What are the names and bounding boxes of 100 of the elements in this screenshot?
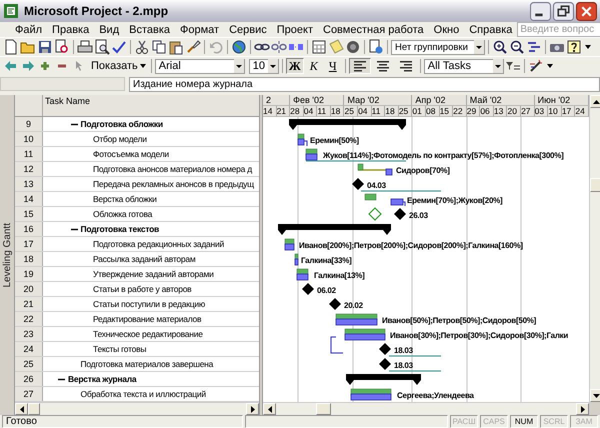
scroll-right-icon[interactable] xyxy=(250,406,254,412)
week-label: 28 xyxy=(290,106,304,117)
format-button[interactable]: Ж xyxy=(286,58,304,74)
task-name: Техническое редактирование xyxy=(93,329,203,339)
resource-label: Галкина[33%] xyxy=(301,256,352,265)
calendar-icon[interactable] xyxy=(311,39,327,55)
globe-icon[interactable] xyxy=(231,39,247,55)
menu-item[interactable]: Справка xyxy=(464,24,518,36)
paste-icon[interactable] xyxy=(168,39,184,55)
align-button[interactable] xyxy=(348,58,371,74)
help-icon[interactable] xyxy=(566,39,582,55)
entry-field[interactable]: Издание номера журнала xyxy=(129,76,600,92)
checkmark-icon[interactable] xyxy=(111,39,127,55)
caret-icon[interactable] xyxy=(585,45,591,49)
menu-item[interactable]: Файл xyxy=(10,24,48,36)
month-label: 2 xyxy=(263,95,290,106)
week-label: 29 xyxy=(466,106,480,117)
summary-bar[interactable] xyxy=(289,119,406,130)
week-label: 08 xyxy=(426,106,440,117)
scroll-thumb[interactable] xyxy=(316,403,331,415)
resource-label: Еремин[50%] xyxy=(310,136,359,145)
restore-button[interactable] xyxy=(553,2,574,20)
menu-item[interactable]: Проект xyxy=(272,24,318,36)
milestone-icon[interactable] xyxy=(302,283,314,295)
task-bar[interactable] xyxy=(350,388,392,400)
print-preview-icon[interactable] xyxy=(94,39,110,55)
row-number: 9 xyxy=(15,117,43,131)
task-bar[interactable] xyxy=(294,254,298,266)
resource-label: Иванов[200%];Петров[200%];Сидоров[200%];Галкина[160%] xyxy=(299,241,523,250)
grouping-dropdown[interactable]: Нет группировки xyxy=(391,40,485,54)
vertical-scrollbar[interactable] xyxy=(589,95,600,415)
week-label: 21 xyxy=(276,106,290,117)
wand-icon[interactable] xyxy=(528,58,544,74)
task-bar[interactable] xyxy=(358,164,392,176)
milestone-icon[interactable] xyxy=(379,358,391,370)
scroll-thumb[interactable] xyxy=(590,178,600,192)
task-bar[interactable] xyxy=(306,148,318,160)
font-dropdown[interactable]: Arial xyxy=(154,58,245,74)
menu-item[interactable]: Совместная работа xyxy=(318,24,429,36)
scroll-down-icon[interactable] xyxy=(592,394,600,398)
menu-item[interactable]: Вид xyxy=(94,24,124,36)
format-button[interactable]: Ч xyxy=(324,58,342,74)
slack-line xyxy=(358,169,386,171)
document-search-icon[interactable] xyxy=(54,39,70,55)
week-label: 11 xyxy=(372,106,386,117)
scroll-left-icon[interactable] xyxy=(20,406,24,412)
horizontal-scrollbar[interactable] xyxy=(263,402,589,415)
resource-label: Сергеева;Улендеева xyxy=(397,391,474,400)
caret-icon[interactable] xyxy=(140,64,146,68)
task-name: Подготовка текстов xyxy=(80,224,160,234)
save-icon[interactable] xyxy=(37,39,53,55)
scissors-icon[interactable] xyxy=(134,39,150,55)
font-size-dropdown[interactable]: 10 xyxy=(248,58,279,74)
milestone-icon[interactable] xyxy=(394,208,406,220)
new-document-icon[interactable] xyxy=(3,39,19,55)
milestone-icon[interactable] xyxy=(379,343,391,355)
format-button[interactable]: К xyxy=(304,58,323,74)
close-button[interactable] xyxy=(576,2,597,20)
task-bar[interactable] xyxy=(344,328,386,340)
filter-dropdown[interactable]: All Tasks xyxy=(424,58,504,74)
unlink-icon[interactable] xyxy=(271,39,287,55)
scroll-thumb[interactable] xyxy=(28,403,40,415)
paintbrush-icon[interactable] xyxy=(185,39,201,55)
milestone-icon[interactable] xyxy=(329,298,341,310)
minimize-button[interactable] xyxy=(530,2,551,20)
status-indicator: SCRL xyxy=(540,415,568,428)
menu-item[interactable]: Сервис xyxy=(224,24,272,36)
caret-icon[interactable] xyxy=(546,64,553,68)
task-name: Рассылка заданий авторам xyxy=(93,254,196,264)
scroll-right-icon[interactable] xyxy=(580,406,584,412)
scroll-up-icon[interactable] xyxy=(592,100,600,104)
status-indicator: CAPS xyxy=(480,415,508,428)
milestone-icon[interactable] xyxy=(352,178,364,190)
gantt-bars-icon[interactable] xyxy=(526,39,542,55)
row-number: 20 xyxy=(15,282,43,296)
summary-bar[interactable] xyxy=(346,374,421,385)
task-bar[interactable] xyxy=(336,314,378,326)
scroll-left-icon[interactable] xyxy=(268,406,272,412)
printer-icon[interactable] xyxy=(77,39,93,55)
task-name: Редактирование материалов xyxy=(93,314,202,324)
task-bar[interactable] xyxy=(296,268,308,280)
week-label: 04 xyxy=(304,106,318,117)
menu-item[interactable]: Формат xyxy=(175,24,224,36)
view-bar[interactable]: Leveling Gantt xyxy=(0,95,15,415)
show-button[interactable]: Показать xyxy=(71,58,148,74)
copy-icon[interactable] xyxy=(151,39,167,55)
menu-item[interactable]: Правка xyxy=(47,24,94,36)
status-indicator: ЗАМ xyxy=(570,415,598,428)
help-search-field[interactable]: Введите вопрос xyxy=(517,22,600,37)
menu-item[interactable]: Окно xyxy=(428,24,464,36)
zoom-out-icon[interactable] xyxy=(509,39,525,55)
document-globe-icon[interactable] xyxy=(368,39,384,55)
horizontal-scrollbar[interactable] xyxy=(15,402,259,415)
zoom-in-icon[interactable] xyxy=(492,39,508,55)
task-bar[interactable] xyxy=(298,134,304,146)
task-name: Верстка журнала xyxy=(68,374,136,384)
task-bar[interactable] xyxy=(284,238,294,250)
task-bar[interactable] xyxy=(364,194,404,206)
menu-item[interactable]: Вставка xyxy=(124,24,176,36)
summary-bar[interactable] xyxy=(278,224,391,235)
